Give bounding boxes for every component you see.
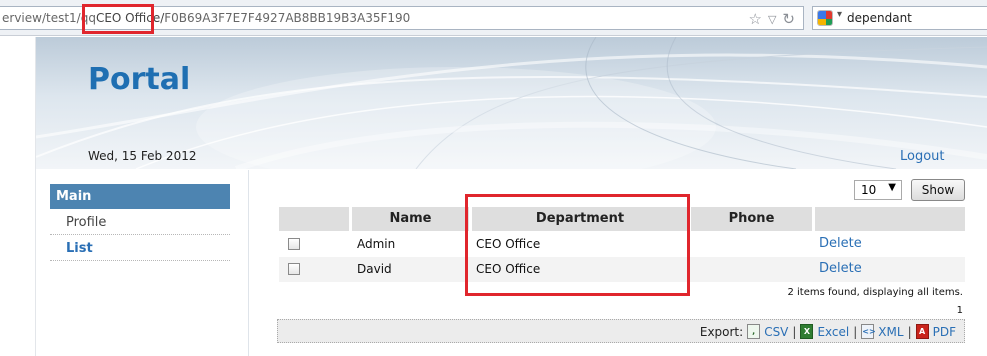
export-csv-link[interactable]: CSV <box>764 325 788 339</box>
sidebar: Main Profile List <box>50 184 230 261</box>
xml-file-icon[interactable]: <> <box>861 324 876 339</box>
separator: | <box>792 324 797 339</box>
star-icon[interactable]: ☆ <box>749 10 762 28</box>
chevron-down-icon: ▼ <box>888 182 896 193</box>
url-suffix: F0B69A3F7E7F4927AB8BB19B3A35F190 <box>164 11 411 25</box>
column-header-actions <box>815 207 965 231</box>
search-input[interactable]: dependant <box>847 11 912 25</box>
column-header-phone[interactable]: Phone <box>691 207 812 231</box>
delete-link[interactable]: Delete <box>819 236 862 251</box>
dropdown-icon[interactable]: ▽ <box>768 10 776 28</box>
row-checkbox[interactable] <box>288 263 300 275</box>
address-text[interactable]: erview/test1/qqCEO Office/F0B69A3F7E7F49… <box>2 11 410 25</box>
show-button[interactable]: Show <box>911 179 965 201</box>
delete-link[interactable]: Delete <box>819 261 862 276</box>
excel-file-icon[interactable]: X <box>800 324 814 339</box>
export-xml-link[interactable]: XML <box>878 325 903 339</box>
csv-file-icon[interactable]: , <box>747 324 761 339</box>
export-label: Export: <box>699 324 744 339</box>
column-header-select <box>279 207 349 231</box>
sidebar-section-main: Main <box>50 184 230 209</box>
pdf-file-icon[interactable]: A <box>915 324 929 339</box>
highlight-box-department <box>465 194 690 296</box>
left-margin <box>0 37 36 356</box>
row-name: David <box>357 262 392 276</box>
page-number[interactable]: 1 <box>279 305 963 316</box>
separator: | <box>853 324 858 339</box>
current-date: Wed, 15 Feb 2012 <box>88 149 197 163</box>
highlight-box-url <box>82 4 154 34</box>
sidebar-item-list[interactable]: List <box>50 235 230 261</box>
portal-title: Portal <box>88 62 191 97</box>
column-header-name[interactable]: Name <box>352 207 469 231</box>
reload-icon[interactable]: ↻ <box>782 10 795 28</box>
row-checkbox[interactable] <box>288 238 300 250</box>
search-box[interactable]: ▾ dependant <box>812 6 987 30</box>
export-bar: Export: , CSV | X Excel | <> XML | A PDF <box>277 319 965 343</box>
row-name: Admin <box>357 237 396 251</box>
export-pdf-link[interactable]: PDF <box>933 325 956 339</box>
page-size-value: 10 <box>861 183 877 197</box>
export-excel-link[interactable]: Excel <box>817 325 849 339</box>
separator: | <box>907 324 912 339</box>
page-size-select[interactable]: 10 ▼ <box>854 180 902 200</box>
header-banner: Portal Wed, 15 Feb 2012 Logout <box>36 37 987 169</box>
sidebar-item-profile[interactable]: Profile <box>50 209 230 235</box>
search-engine-caret-icon[interactable]: ▾ <box>837 9 842 20</box>
google-icon[interactable] <box>817 10 833 26</box>
logout-link[interactable]: Logout <box>900 149 945 164</box>
